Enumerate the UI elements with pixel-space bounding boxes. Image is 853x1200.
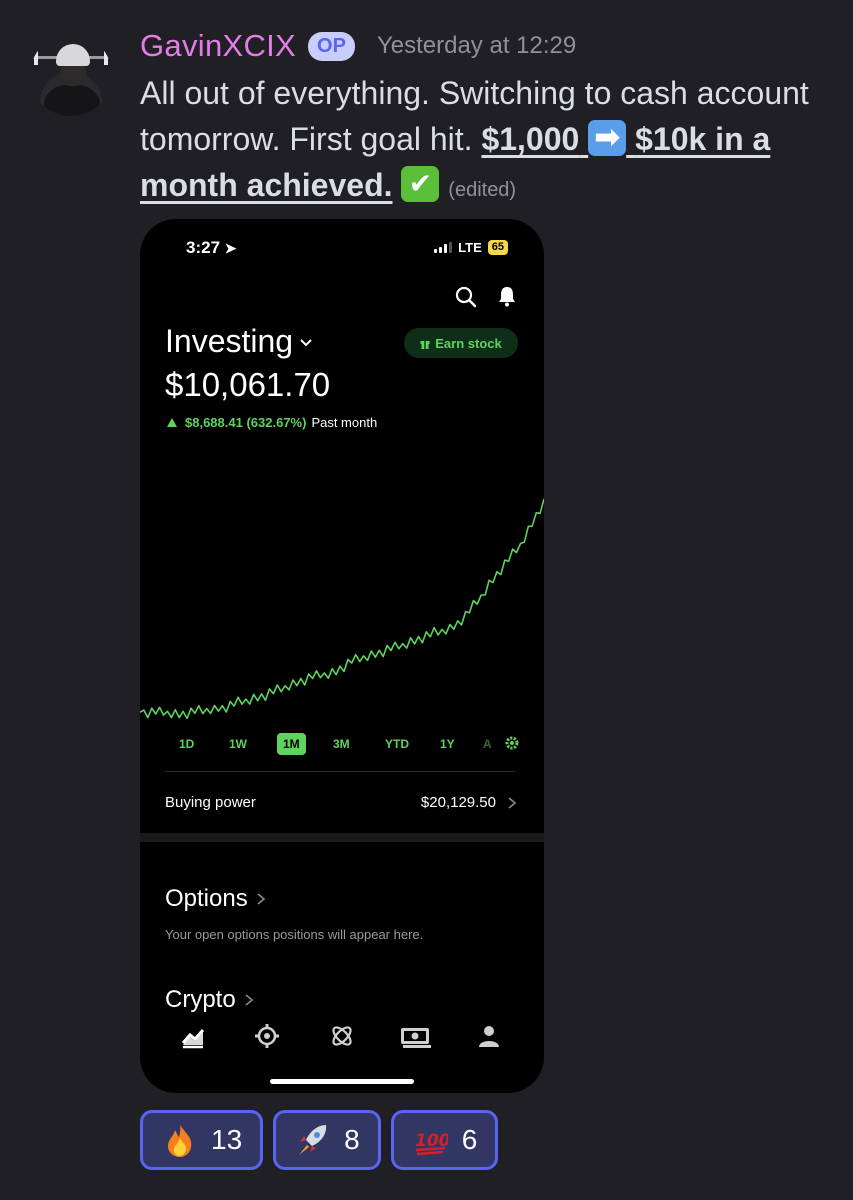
cash-icon[interactable] — [400, 1023, 432, 1049]
bottom-tab-bar — [140, 1015, 544, 1065]
buying-power-value[interactable]: $20,129.50 — [421, 794, 496, 811]
options-section-header[interactable]: Options — [165, 885, 266, 913]
investing-icon[interactable] — [180, 1023, 206, 1049]
chevron-right-icon — [257, 893, 265, 905]
up-triangle-icon — [167, 418, 177, 427]
chevron-right-icon[interactable] — [507, 796, 517, 810]
change-amount: $8,688.41 (632.67%) — [185, 415, 307, 430]
reaction-count: 13 — [211, 1124, 243, 1155]
reaction-rocket[interactable]: 8 — [273, 1110, 381, 1170]
range-selector: 1D 1W 1M 3M YTD 1Y A — [165, 733, 525, 755]
range-1y[interactable]: 1Y — [440, 733, 455, 755]
home-indicator — [270, 1079, 414, 1084]
gift-icon — [420, 340, 430, 349]
options-title: Options — [165, 885, 248, 912]
location-arrow-icon: ➤ — [224, 240, 237, 256]
earn-stock-label: Earn stock — [435, 335, 502, 351]
change-period: Past month — [311, 415, 378, 430]
reaction-fire[interactable]: 13 — [140, 1110, 264, 1170]
edited-label: (edited) — [448, 179, 517, 201]
bell-icon[interactable] — [497, 285, 517, 307]
range-1d[interactable]: 1D — [179, 733, 194, 755]
portfolio-value: $10,061.70 — [165, 366, 331, 403]
status-time: 3:27 ➤ — [186, 238, 237, 258]
op-badge: OP — [308, 31, 355, 61]
chevron-right-icon — [245, 994, 253, 1006]
chart-series-line — [140, 498, 544, 719]
status-indicators: LTE 65 — [434, 240, 508, 255]
avatar-cap — [56, 44, 90, 66]
message-content: All out of everything. Switching to cash… — [140, 70, 820, 213]
status-time-text: 3:27 — [186, 238, 221, 257]
battery-icon: 65 — [487, 240, 508, 255]
range-1w[interactable]: 1W — [229, 733, 247, 755]
buying-power-label[interactable]: Buying power — [165, 794, 256, 811]
range-ytd[interactable]: YTD — [385, 733, 409, 755]
account-selector[interactable]: Investing — [165, 323, 313, 360]
message-bold-amount: $1,000 — [481, 121, 580, 157]
portfolio-line-chart[interactable] — [140, 489, 544, 719]
signal-icon — [434, 242, 453, 253]
avatar-body — [44, 84, 100, 116]
username[interactable]: GavinXCIX — [140, 28, 296, 64]
section-divider — [140, 833, 544, 842]
network-label: LTE — [458, 240, 482, 255]
crypto-icon[interactable] — [329, 1023, 355, 1049]
chevron-down-icon — [300, 338, 312, 346]
reactions-bar: 13 8 100 6 — [140, 1110, 499, 1170]
range-1m[interactable]: 1M — [277, 733, 306, 755]
divider — [165, 771, 515, 772]
avatar-plate — [104, 49, 108, 65]
options-subtitle: Your open options positions will appear … — [165, 927, 424, 942]
range-3m[interactable]: 3M — [333, 733, 350, 755]
reaction-hundred[interactable]: 100 6 — [390, 1110, 499, 1170]
right-arrow-emoji — [588, 118, 627, 158]
account-title: Investing — [165, 323, 294, 359]
reaction-count: 8 — [344, 1124, 360, 1155]
search-icon[interactable] — [455, 286, 477, 308]
image-attachment[interactable]: 3:27 ➤ LTE 65 Investing Earn stock $10,0… — [140, 219, 544, 1093]
rocket-emoji — [299, 1125, 327, 1155]
crypto-title: Crypto — [165, 987, 236, 1013]
avatar-plate — [34, 49, 38, 65]
crypto-section-header[interactable]: Crypto — [165, 987, 254, 1013]
message-timestamp[interactable]: Yesterday at 12:29 — [377, 32, 576, 60]
reaction-count: 6 — [461, 1124, 478, 1155]
earn-stock-button[interactable]: Earn stock — [404, 328, 518, 358]
discord-chat-view: GavinXCIX OP Yesterday at 12:29 All out … — [0, 0, 853, 1200]
avatar[interactable] — [30, 34, 112, 116]
gear-icon[interactable] — [504, 735, 520, 751]
check-mark-emoji — [401, 164, 440, 204]
portfolio-change: $8,688.41 (632.67%) Past month — [167, 415, 377, 430]
range-a[interactable]: A — [483, 733, 492, 755]
browse-icon[interactable] — [254, 1023, 280, 1049]
hundred-points-emoji: 100 — [415, 1131, 448, 1156]
message-header: GavinXCIX OP Yesterday at 12:29 — [140, 26, 576, 66]
account-icon[interactable] — [476, 1023, 502, 1049]
fire-emoji — [168, 1124, 192, 1157]
